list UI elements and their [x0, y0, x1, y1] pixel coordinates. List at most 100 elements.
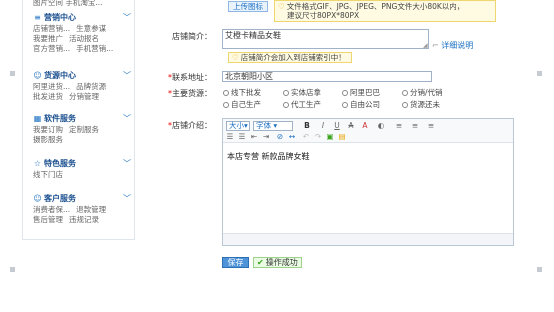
upload-tip-line1: 文件格式GIF、JPG、JPEG、PNG文件大小80K以内，	[286, 2, 465, 11]
unlink-icon[interactable]: ↔	[288, 132, 296, 141]
font-family-select[interactable]: 字体 ▾	[253, 121, 293, 131]
sidebar-link[interactable]: 线下门店	[33, 170, 63, 179]
indent-icon[interactable]: ⇥	[262, 132, 270, 141]
editor-content[interactable]: 本店专营 新款品牌女鞋	[227, 151, 310, 162]
radio-offline-wholesale[interactable]: 线下批发	[223, 88, 261, 97]
sidebar-link[interactable]: 消费者保...	[33, 205, 70, 214]
shop-description-label: *店铺介绍：	[152, 120, 212, 131]
sidebar-title: 货源中心	[44, 71, 76, 80]
chevron-down-icon[interactable]: ﹀	[123, 158, 131, 169]
sidebar-link[interactable]: 违规记录	[69, 215, 99, 224]
sourcing-icon: ☺	[33, 71, 42, 80]
sidebar-section-software: ▦ 软件服务 ﹀ 我要订购 定制服务 摄影服务	[33, 113, 133, 145]
chevron-down-icon[interactable]: ﹀	[123, 70, 131, 81]
customer-icon: ☺	[33, 194, 42, 203]
sidebar-title: 营销中心	[44, 13, 76, 22]
radio-undecided[interactable]: 货源还未	[402, 100, 440, 109]
align-left-icon[interactable]: ≡	[395, 121, 403, 130]
resize-handle-icon[interactable]: ◢	[423, 42, 428, 49]
sidebar-header-customer[interactable]: ☺ 客户服务 ﹀	[33, 193, 133, 205]
font-size-select[interactable]: 大小▾	[226, 121, 250, 131]
software-icon: ▦	[33, 114, 42, 123]
check-icon: ✔	[257, 258, 264, 267]
address-label-text: 联系地址：	[172, 73, 212, 82]
radio-circle	[223, 90, 229, 96]
radio-circle	[402, 90, 408, 96]
radio-oem[interactable]: 代工生产	[283, 100, 321, 109]
sidebar-link[interactable]: 批发进货	[33, 92, 63, 101]
ordered-list-icon[interactable]: ☰	[226, 132, 234, 141]
sidebar-link[interactable]: 阿里进货...	[33, 82, 70, 91]
radio-oem-label: 代工生产	[291, 100, 321, 109]
sidebar-link[interactable]: 摄影服务	[33, 135, 63, 144]
sidebar-link[interactable]: 退款管理	[76, 205, 106, 214]
sidebar-link[interactable]: 我要订购	[33, 125, 63, 134]
radio-offline-wholesale-label: 线下批发	[231, 88, 261, 97]
shop-intro-tip: ♡ 店铺简介会加入到店铺索引中！	[228, 52, 352, 63]
bold-icon[interactable]: B	[303, 121, 311, 130]
radio-self-produce[interactable]: 自己生产	[223, 100, 261, 109]
source-label: *主要货源：	[152, 88, 212, 99]
source-label-text: 主要货源：	[172, 89, 212, 98]
sidebar-link[interactable]: 品牌货源	[76, 82, 106, 91]
redo-icon[interactable]: ↷	[314, 132, 322, 141]
sidebar-header-marketing[interactable]: ≡ 营销中心 ﹀	[33, 12, 133, 24]
separator-dot	[10, 267, 15, 272]
radio-circle	[283, 102, 289, 108]
radio-undecided-label: 货源还未	[410, 100, 440, 109]
sidebar-link[interactable]: 活动报名	[69, 34, 99, 43]
chevron-down-icon[interactable]: ﹀	[123, 193, 131, 204]
font-color-icon[interactable]: A	[361, 121, 369, 130]
radio-circle	[342, 90, 348, 96]
sidebar-header-sourcing[interactable]: ☺ 货源中心 ﹀	[33, 70, 133, 82]
upload-tip-line2: 建议尺寸80PX*80PX	[287, 11, 360, 20]
shop-intro-tip-text: 店铺简介会加入到店铺索引中！	[240, 53, 346, 62]
unordered-list-icon[interactable]: ☰	[238, 132, 246, 141]
editor-footer	[223, 233, 513, 245]
strikethrough-icon[interactable]: A	[347, 121, 355, 130]
detail-link[interactable]: ⌐ 详细说明	[432, 40, 473, 51]
outdent-icon[interactable]: ⇤	[250, 132, 258, 141]
info-icon: ♡	[278, 2, 285, 11]
separator-dot	[10, 71, 15, 76]
address-label: *联系地址：	[152, 72, 212, 83]
underline-icon[interactable]: U	[333, 121, 341, 130]
undo-icon[interactable]: ↶	[302, 132, 310, 141]
sidebar-link[interactable]: 我要推广	[33, 34, 63, 43]
background-color-icon[interactable]: ◐	[377, 121, 385, 130]
link-icon[interactable]: ⊘	[276, 132, 284, 141]
address-input[interactable]: 北京朝阳小区	[222, 71, 432, 82]
upload-icon-button[interactable]: 上传图标	[228, 1, 268, 12]
upload-tip: ♡ 文件格式GIF、JPG、JPEG、PNG文件大小80K以内， 建议尺寸80PX…	[274, 0, 496, 22]
radio-distribution[interactable]: 分销/代销	[402, 88, 443, 97]
sidebar-link[interactable]: 店铺营销...	[33, 24, 70, 33]
sidebar-link[interactable]: 生意参谋	[76, 24, 106, 33]
separator-dot	[537, 71, 542, 76]
radio-physical-store[interactable]: 实体店拿	[283, 88, 321, 97]
image-icon[interactable]: ▣	[326, 132, 334, 141]
font-size-value: 大小	[229, 121, 244, 130]
shop-intro-textarea[interactable]: 艾橙卡精品女鞋	[222, 29, 429, 49]
sidebar-link[interactable]: 定制服务	[69, 125, 99, 134]
radio-alibaba[interactable]: 阿里巴巴	[342, 88, 380, 97]
radio-circle	[342, 102, 348, 108]
chevron-down-icon[interactable]: ﹀	[123, 12, 131, 23]
success-text: 操作成功	[265, 258, 298, 267]
sidebar-link[interactable]: 分销管理	[69, 92, 99, 101]
radio-own-company[interactable]: 自由公司	[342, 100, 380, 109]
sidebar-header-software[interactable]: ▦ 软件服务 ﹀	[33, 113, 133, 125]
rich-text-editor: 大小▾ 字体 ▾ B I U A A ◐ ≡ ≡ ≡ ☰ ☰ ⇤ ⇥ ⊘ ↔ ↶…	[222, 118, 514, 246]
sidebar-header-special[interactable]: ☆ 特色服务 ﹀	[33, 158, 133, 170]
italic-icon[interactable]: I	[319, 121, 327, 130]
sidebar-section-customer: ☺ 客户服务 ﹀ 消费者保... 退款管理 售后管理 违规记录	[33, 193, 133, 225]
sidebar-link[interactable]: 官方营销...	[33, 44, 70, 53]
align-right-icon[interactable]: ≡	[427, 121, 435, 130]
sidebar-top-row[interactable]: 图片空间 手机淘宝...	[33, 0, 129, 9]
sidebar-link[interactable]: 售后管理	[33, 215, 63, 224]
chevron-down-icon[interactable]: ﹀	[123, 113, 131, 124]
emoji-icon[interactable]: ▤	[338, 132, 346, 141]
editor-toolbar: 大小▾ 字体 ▾ B I U A A ◐ ≡ ≡ ≡ ☰ ☰ ⇤ ⇥ ⊘ ↔ ↶…	[223, 119, 513, 143]
sidebar-link[interactable]: 手机营销...	[76, 44, 113, 53]
save-button[interactable]: 保存	[222, 257, 249, 268]
align-center-icon[interactable]: ≡	[411, 121, 419, 130]
